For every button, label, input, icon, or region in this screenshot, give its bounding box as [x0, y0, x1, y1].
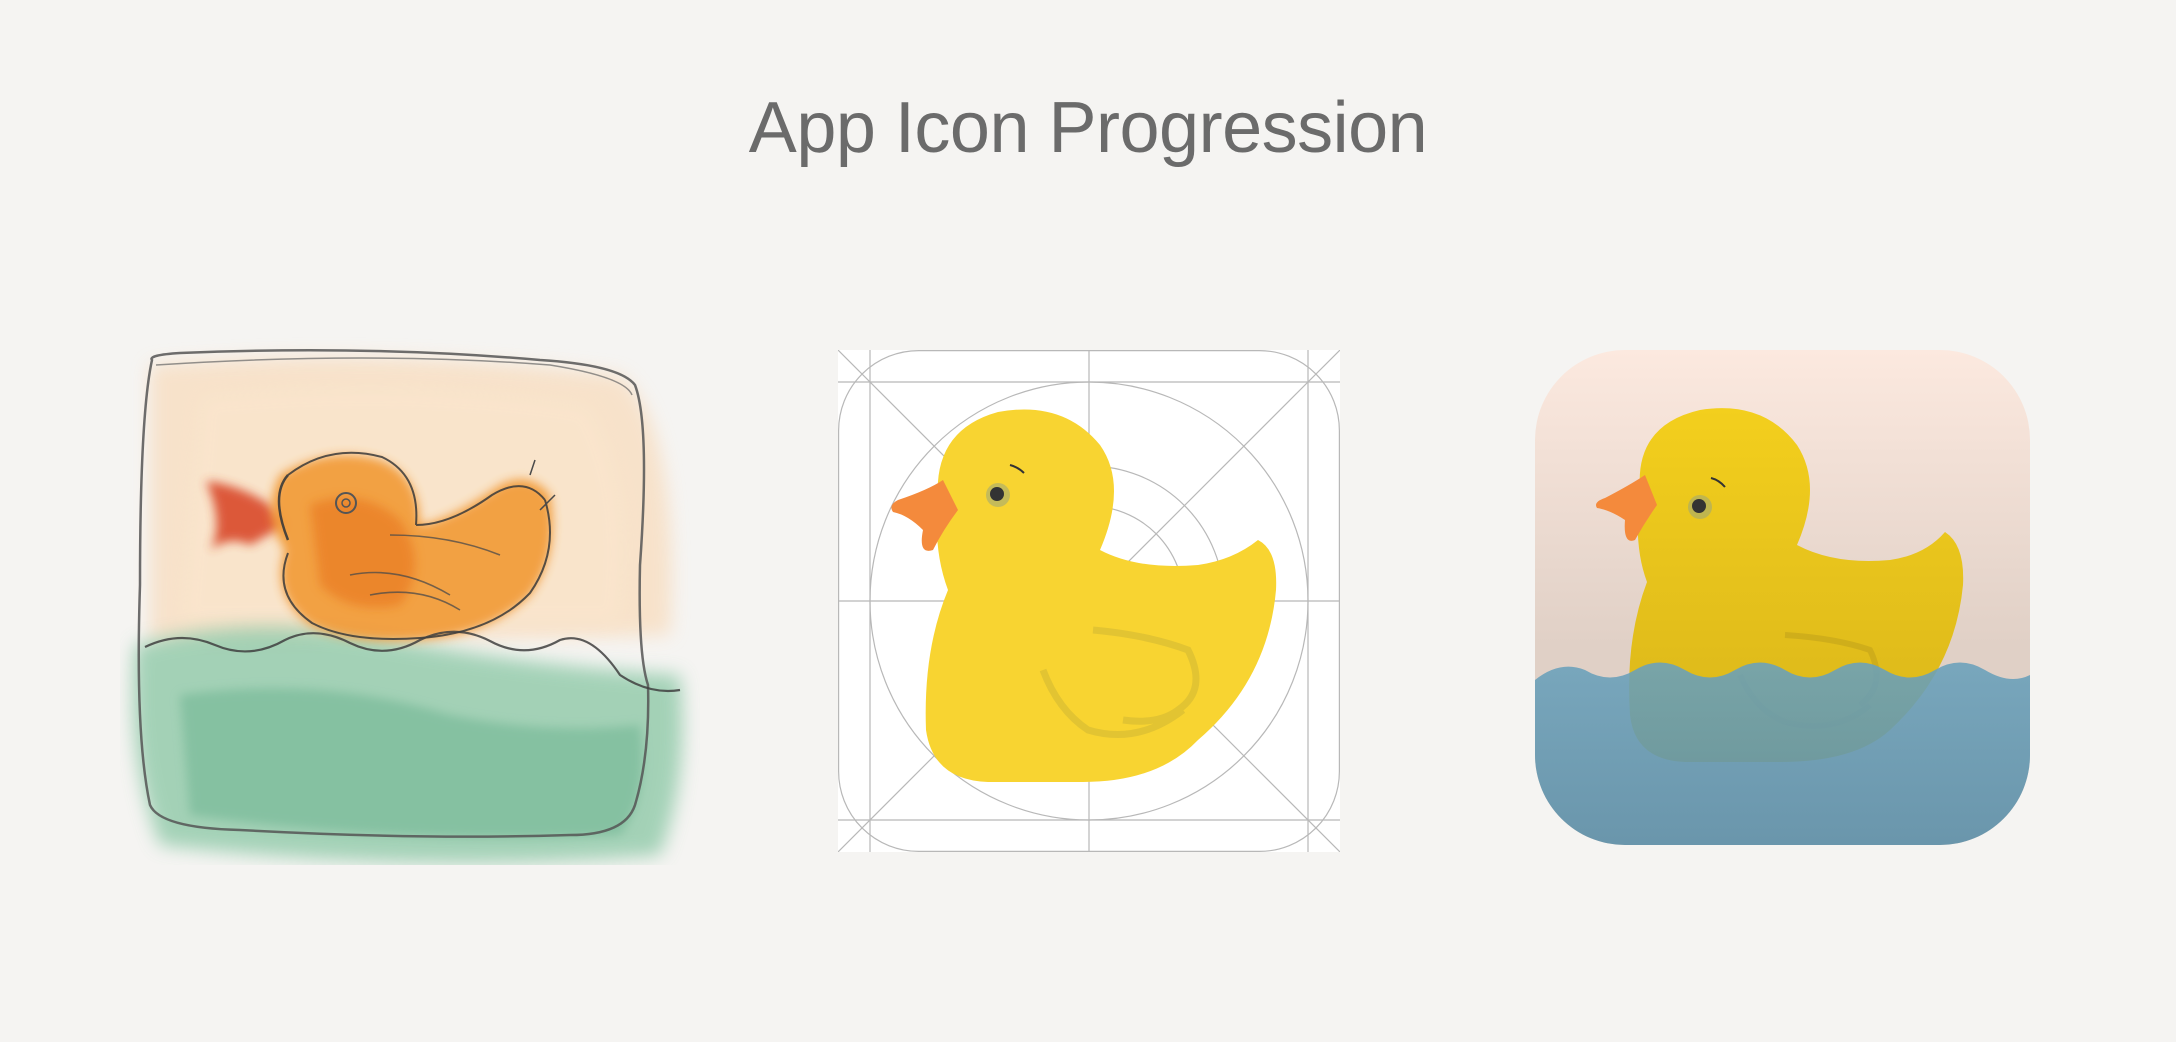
watercolor-duck-sketch-icon: [120, 335, 700, 865]
finished-duck-app-icon: [1535, 350, 2030, 845]
page: App Icon Progression: [0, 0, 2176, 1042]
page-title: App Icon Progression: [748, 88, 1428, 168]
duck-on-icon-grid-icon: [838, 350, 1340, 852]
